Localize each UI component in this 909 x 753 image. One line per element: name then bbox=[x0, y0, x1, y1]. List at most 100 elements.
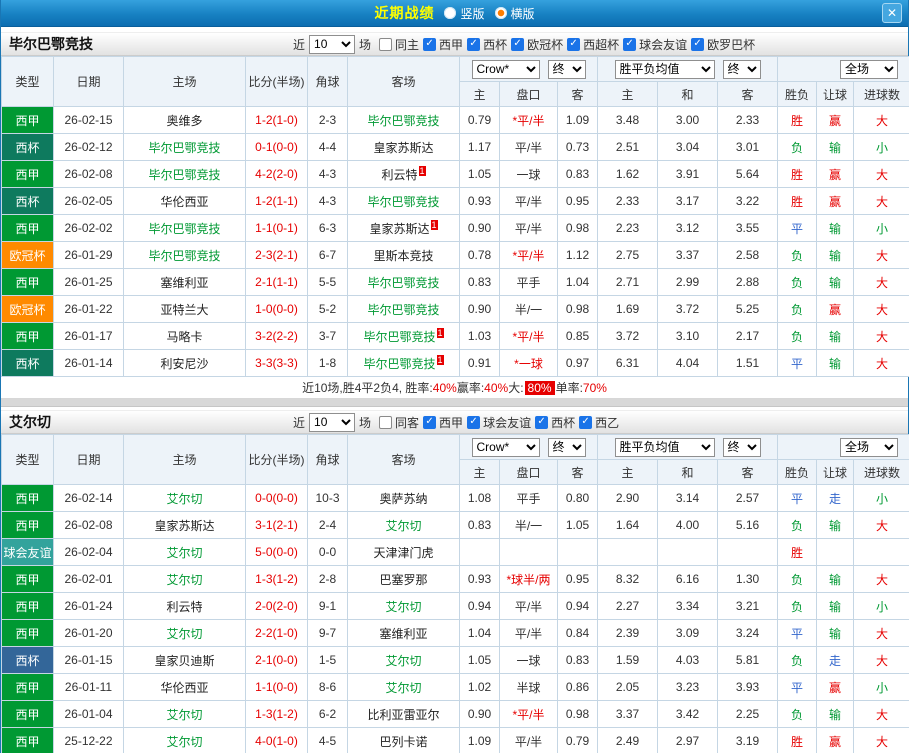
average-group-header: 胜平负均值 终 bbox=[597, 56, 779, 82]
layout-vertical-option[interactable]: 竖版 bbox=[444, 5, 485, 22]
team-name[interactable]: 毕尔巴鄂竞技 bbox=[367, 195, 439, 209]
team-name[interactable]: 毕尔巴鄂竞技 bbox=[367, 303, 439, 317]
team-name[interactable]: 毕尔巴鄂竞技 bbox=[367, 276, 439, 290]
team-name[interactable]: 皇家苏斯达 bbox=[369, 222, 429, 236]
team-name[interactable]: 华伦西亚 bbox=[160, 195, 208, 209]
team-name[interactable]: 艾尔切 bbox=[166, 573, 202, 587]
filter-同主[interactable]: 同主 bbox=[379, 36, 419, 53]
filter-西超杯[interactable]: ✓ 西超杯 bbox=[567, 36, 619, 53]
checkbox-icon[interactable]: ✓ bbox=[623, 37, 637, 51]
scope-select[interactable]: 全场 bbox=[840, 437, 899, 457]
team-name[interactable]: 奥维多 bbox=[166, 114, 202, 128]
close-button[interactable]: ✕ bbox=[882, 3, 902, 23]
red-card-badge: 1 bbox=[418, 165, 426, 176]
match-score: 1-3(1-2) bbox=[245, 700, 308, 728]
team-name[interactable]: 皇家贝迪斯 bbox=[154, 654, 214, 668]
filter-西乙[interactable]: ✓ 西乙 bbox=[579, 414, 619, 431]
league-type: 欧冠杯 bbox=[1, 295, 54, 323]
team-name[interactable]: 天津津门虎 bbox=[373, 546, 433, 560]
team-name[interactable]: 艾尔切 bbox=[166, 546, 202, 560]
avg-final-select[interactable]: 终 bbox=[722, 437, 761, 457]
checkbox-icon[interactable]: ✓ bbox=[467, 415, 481, 429]
team-name[interactable]: 里斯本竞技 bbox=[373, 249, 433, 263]
filter-球会友谊[interactable]: ✓ 球会友谊 bbox=[623, 36, 687, 53]
team-name[interactable]: 皇家苏斯达 bbox=[154, 519, 214, 533]
filter-球会友谊[interactable]: ✓ 球会友谊 bbox=[467, 414, 531, 431]
team-name[interactable]: 塞维利亚 bbox=[379, 627, 427, 641]
radio-selected-icon[interactable] bbox=[494, 7, 507, 19]
odds-final-select[interactable]: 终 bbox=[547, 59, 586, 79]
filter-西甲[interactable]: ✓ 西甲 bbox=[423, 414, 463, 431]
team-name[interactable]: 艾尔切 bbox=[385, 681, 421, 695]
match-score: 2-1(1-1) bbox=[245, 268, 308, 296]
team-name[interactable]: 毕尔巴鄂竞技 bbox=[148, 249, 220, 263]
avg-odds-select[interactable]: 胜平负均值 bbox=[614, 437, 715, 457]
scope-select[interactable]: 全场 bbox=[840, 59, 899, 79]
result-wdl: 胜 bbox=[777, 106, 818, 134]
layout-horizontal-option[interactable]: 横版 bbox=[494, 5, 535, 22]
team-name[interactable]: 马略卡 bbox=[166, 330, 202, 344]
filter-西杯[interactable]: ✓ 西杯 bbox=[535, 414, 575, 431]
team-name[interactable]: 巴列卡诺 bbox=[379, 735, 427, 749]
home-team: 艾尔切 bbox=[123, 727, 246, 753]
team-name[interactable]: 毕尔巴鄂竞技 bbox=[363, 357, 435, 371]
team-name[interactable]: 利云特 bbox=[381, 168, 417, 182]
team-name[interactable]: 艾尔切 bbox=[166, 708, 202, 722]
team-name[interactable]: 艾尔切 bbox=[385, 654, 421, 668]
handicap-line: 平/半 bbox=[499, 592, 558, 620]
bookmaker-select[interactable]: Crow* bbox=[471, 59, 540, 79]
team-name[interactable]: 艾尔切 bbox=[385, 600, 421, 614]
team-name[interactable]: 比利亚雷亚尔 bbox=[367, 708, 439, 722]
home-team: 毕尔巴鄂竞技 bbox=[123, 241, 246, 269]
checkbox-icon[interactable]: ✓ bbox=[579, 415, 593, 429]
checkbox-icon[interactable]: ✓ bbox=[691, 37, 705, 51]
team-name[interactable]: 亚特兰大 bbox=[160, 303, 208, 317]
odds-away: 0.94 bbox=[556, 592, 599, 620]
avg-odds-select[interactable]: 胜平负均值 bbox=[614, 59, 715, 79]
team-name[interactable]: 奥萨苏纳 bbox=[379, 492, 427, 506]
filter-欧罗巴杯[interactable]: ✓ 欧罗巴杯 bbox=[691, 36, 755, 53]
checkbox-icon[interactable]: ✓ bbox=[467, 37, 481, 51]
team-name[interactable]: 艾尔切 bbox=[385, 519, 421, 533]
match-row: 球会友谊 26-02-04 艾尔切 5-0(0-0) 0-0 天津津门虎 胜 bbox=[1, 538, 909, 566]
match-row: 西杯 26-02-12 毕尔巴鄂竞技 0-1(0-0) 4-4 皇家苏斯达 1.17 平/半 0… bbox=[1, 133, 909, 161]
team-name[interactable]: 艾尔切 bbox=[166, 627, 202, 641]
avg-away: 2.88 bbox=[717, 268, 779, 296]
near-games-select[interactable]: 10 bbox=[309, 34, 356, 54]
team-header-bar: 毕尔巴鄂竞技 近 10 场 同主 ✓ 西甲 ✓ 西杯 ✓ 欧冠杯 ✓ 西超杯 ✓ 球会友谊 ✓ 欧罗巴杯 bbox=[1, 32, 908, 56]
avg-home: 2.05 bbox=[597, 673, 659, 701]
checkbox-icon[interactable]: ✓ bbox=[535, 415, 549, 429]
team-name[interactable]: 巴塞罗那 bbox=[379, 573, 427, 587]
team-name[interactable]: 利安尼沙 bbox=[160, 357, 208, 371]
team-name[interactable]: 毕尔巴鄂竞技 bbox=[148, 168, 220, 182]
checkbox-icon[interactable]: ✓ bbox=[423, 37, 437, 51]
near-games-select[interactable]: 10 bbox=[309, 412, 356, 432]
bookmaker-select[interactable]: Crow* bbox=[471, 437, 540, 457]
checkbox-icon[interactable]: ✓ bbox=[567, 37, 581, 51]
odds-final-select[interactable]: 终 bbox=[547, 437, 586, 457]
checkbox-icon[interactable]: ✓ bbox=[423, 415, 437, 429]
sub-header-away-odds: 客 bbox=[556, 459, 599, 485]
team-name[interactable]: 华伦西亚 bbox=[160, 681, 208, 695]
checkbox-icon[interactable] bbox=[379, 415, 393, 429]
team-name[interactable]: 毕尔巴鄂竞技 bbox=[148, 141, 220, 155]
avg-final-select[interactable]: 终 bbox=[722, 59, 761, 79]
team-name[interactable]: 毕尔巴鄂竞技 bbox=[363, 330, 435, 344]
team-name[interactable]: 利云特 bbox=[166, 600, 202, 614]
team-name[interactable]: 毕尔巴鄂竞技 bbox=[367, 114, 439, 128]
red-card-badge: 1 bbox=[436, 327, 444, 338]
filter-西甲[interactable]: ✓ 西甲 bbox=[423, 36, 463, 53]
team-name[interactable]: 皇家苏斯达 bbox=[373, 141, 433, 155]
filter-西杯[interactable]: ✓ 西杯 bbox=[467, 36, 507, 53]
checkbox-icon[interactable]: ✓ bbox=[511, 37, 525, 51]
checkbox-icon[interactable] bbox=[379, 37, 393, 51]
team-name[interactable]: 艾尔切 bbox=[166, 735, 202, 749]
filter-label: 同主 bbox=[395, 37, 420, 52]
team-name[interactable]: 毕尔巴鄂竞技 bbox=[148, 222, 220, 236]
team-name[interactable]: 艾尔切 bbox=[166, 492, 202, 506]
radio-unselected-icon[interactable] bbox=[444, 7, 457, 19]
team-name[interactable]: 塞维利亚 bbox=[160, 276, 208, 290]
filter-欧冠杯[interactable]: ✓ 欧冠杯 bbox=[511, 36, 563, 53]
result-goals: 小 bbox=[853, 673, 909, 701]
filter-同客[interactable]: 同客 bbox=[379, 414, 419, 431]
